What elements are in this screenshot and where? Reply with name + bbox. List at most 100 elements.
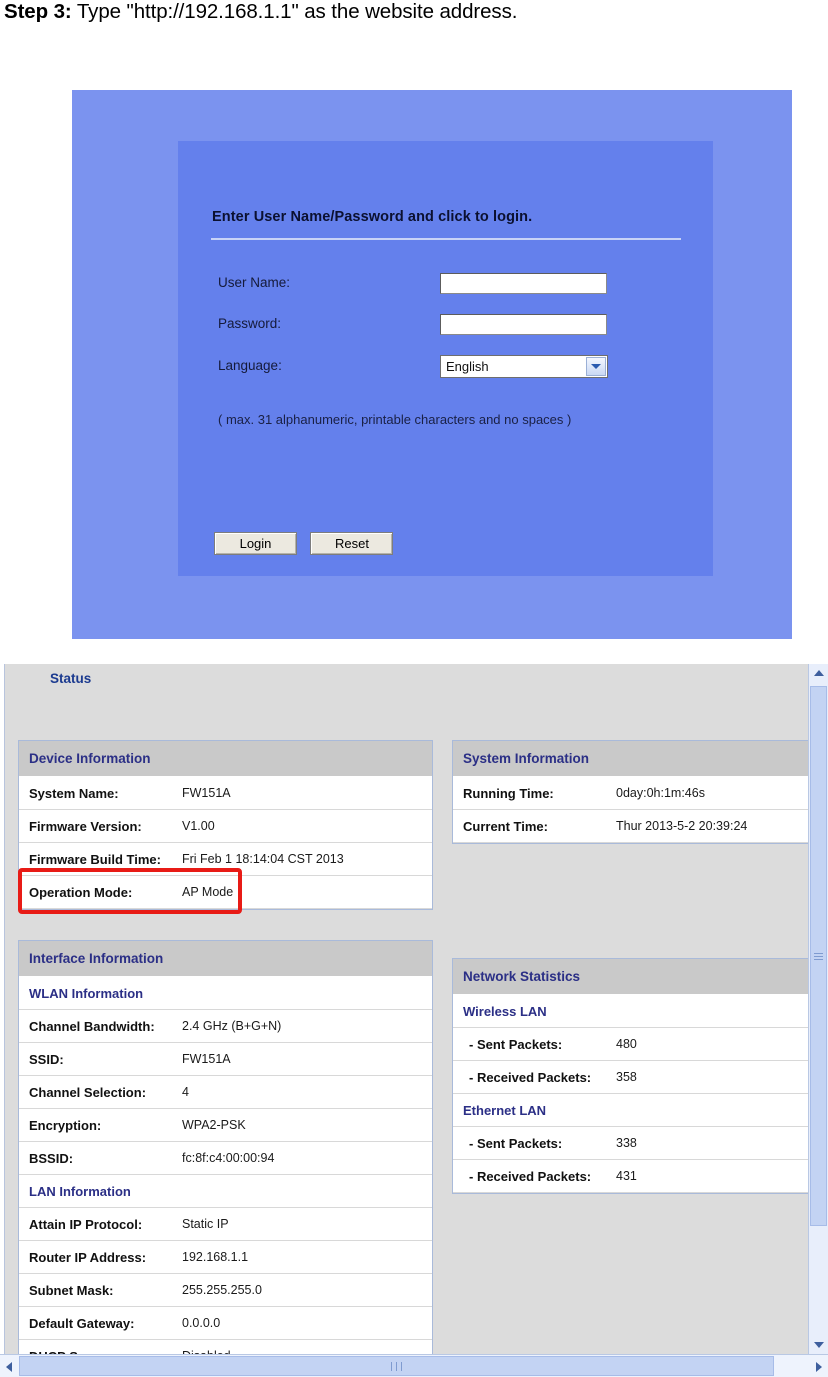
credentials-hint: ( max. 31 alphanumeric, printable charac… <box>218 412 572 427</box>
row-key: Firmware Build Time: <box>29 851 161 867</box>
table-row: Channel Selection: 4 <box>19 1076 432 1109</box>
row-key: Default Gateway: <box>29 1315 135 1331</box>
row-key: Attain IP Protocol: <box>29 1216 143 1232</box>
table-row: Default Gateway: 0.0.0.0 <box>19 1307 432 1340</box>
vertical-scrollbar[interactable] <box>808 664 828 1354</box>
grip-icon <box>389 1361 404 1371</box>
row-value: 338 <box>616 1136 637 1150</box>
ethernet-lan-heading: Ethernet LAN <box>453 1094 816 1127</box>
network-statistics-panel: Network Statistics Wireless LAN - Sent P… <box>452 958 817 1194</box>
step-label: Step 3: <box>4 0 72 23</box>
row-key: - Received Packets: <box>469 1069 592 1085</box>
row-value: 2.4 GHz (B+G+N) <box>182 1019 282 1033</box>
language-select[interactable]: English <box>440 355 608 378</box>
scroll-right-icon[interactable] <box>810 1356 828 1377</box>
login-instruction: Enter User Name/Password and click to lo… <box>212 209 533 225</box>
row-value: WPA2-PSK <box>182 1118 246 1132</box>
table-row: Current Time: Thur 2013-5-2 20:39:24 <box>453 810 816 843</box>
row-key: Firmware Version: <box>29 818 142 834</box>
row-key: BSSID: <box>29 1150 74 1166</box>
table-row: Running Time: 0day:0h:1m:46s <box>453 777 816 810</box>
vertical-scrollbar-thumb[interactable] <box>810 686 827 1226</box>
wlan-information-heading: WLAN Information <box>19 977 432 1010</box>
row-key: Current Time: <box>463 818 548 834</box>
username-input[interactable] <box>440 273 607 294</box>
row-value: 480 <box>616 1037 637 1051</box>
login-button[interactable]: Login <box>214 532 297 555</box>
row-value: AP Mode <box>182 885 234 899</box>
row-key: Channel Bandwidth: <box>29 1018 155 1034</box>
row-value: FW151A <box>182 786 231 800</box>
password-label: Password: <box>218 316 282 331</box>
login-divider <box>211 238 681 240</box>
interface-information-heading: Interface Information <box>19 941 432 977</box>
grip-icon <box>814 951 823 962</box>
horizontal-scrollbar-thumb[interactable] <box>19 1356 774 1376</box>
table-row: SSID: FW151A <box>19 1043 432 1076</box>
password-input[interactable] <box>440 314 607 335</box>
language-label: Language: <box>218 358 282 373</box>
table-row: Firmware Version: V1.00 <box>19 810 432 843</box>
row-key: - Received Packets: <box>469 1168 592 1184</box>
table-row-operation-mode: Operation Mode: AP Mode <box>19 876 432 909</box>
row-value: Fri Feb 1 18:14:04 CST 2013 <box>182 852 344 866</box>
row-key: Subnet Mask: <box>29 1282 114 1298</box>
row-value: 4 <box>182 1085 189 1099</box>
row-value: Static IP <box>182 1217 229 1231</box>
row-key: - Sent Packets: <box>469 1135 563 1151</box>
table-row: System Name: FW151A <box>19 777 432 810</box>
username-label: User Name: <box>218 275 291 290</box>
interface-information-panel: Interface Information WLAN Information C… <box>18 940 433 1374</box>
row-value: FW151A <box>182 1052 231 1066</box>
table-row: Encryption: WPA2-PSK <box>19 1109 432 1142</box>
table-row: - Received Packets: 358 <box>453 1061 816 1094</box>
row-key: Operation Mode: <box>29 884 133 900</box>
row-key: Router IP Address: <box>29 1249 147 1265</box>
horizontal-scrollbar[interactable] <box>0 1354 828 1377</box>
row-value: 358 <box>616 1070 637 1084</box>
reset-button[interactable]: Reset <box>310 532 394 555</box>
table-row: - Sent Packets: 338 <box>453 1127 816 1160</box>
row-value: 431 <box>616 1169 637 1183</box>
row-value: 192.168.1.1 <box>182 1250 249 1264</box>
router-login-page: Enter User Name/Password and click to lo… <box>72 90 792 639</box>
language-selected-value: English <box>446 359 489 374</box>
table-row: BSSID: fc:8f:c4:00:00:94 <box>19 1142 432 1175</box>
row-value: V1.00 <box>182 819 215 833</box>
network-statistics-heading: Network Statistics <box>453 959 816 995</box>
row-value: 0day:0h:1m:46s <box>616 786 705 800</box>
row-value: Thur 2013-5-2 20:39:24 <box>616 819 748 833</box>
table-row: - Received Packets: 431 <box>453 1160 816 1193</box>
system-information-heading: System Information <box>453 741 816 777</box>
system-information-panel: System Information Running Time: 0day:0h… <box>452 740 817 844</box>
table-row: Subnet Mask: 255.255.255.0 <box>19 1274 432 1307</box>
lan-information-heading: LAN Information <box>19 1175 432 1208</box>
step-heading: Step 3: Type "http://192.168.1.1" as the… <box>4 0 824 30</box>
device-information-panel: Device Information System Name: FW151A F… <box>18 740 433 910</box>
scroll-down-icon[interactable] <box>809 1336 828 1354</box>
status-left-margin <box>0 664 5 1354</box>
step-text: Type "http://192.168.1.1" as the website… <box>71 0 518 23</box>
row-key: Channel Selection: <box>29 1084 147 1100</box>
table-row: Router IP Address: 192.168.1.1 <box>19 1241 432 1274</box>
device-information-heading: Device Information <box>19 741 432 777</box>
table-row: - Sent Packets: 480 <box>453 1028 816 1061</box>
row-value: 255.255.255.0 <box>182 1283 262 1297</box>
row-key: Encryption: <box>29 1117 102 1133</box>
row-key: Running Time: <box>463 785 554 801</box>
chevron-down-icon[interactable] <box>586 357 606 376</box>
wireless-lan-heading: Wireless LAN <box>453 995 816 1028</box>
scroll-up-icon[interactable] <box>809 664 828 682</box>
row-key: System Name: <box>29 785 119 801</box>
page-title: Status <box>50 671 92 686</box>
login-form-panel: Enter User Name/Password and click to lo… <box>178 141 713 576</box>
row-key: - Sent Packets: <box>469 1036 563 1052</box>
row-key: SSID: <box>29 1051 64 1067</box>
table-row: Firmware Build Time: Fri Feb 1 18:14:04 … <box>19 843 432 876</box>
scroll-left-icon[interactable] <box>0 1356 18 1377</box>
row-value: fc:8f:c4:00:00:94 <box>182 1151 275 1165</box>
table-row: Channel Bandwidth: 2.4 GHz (B+G+N) <box>19 1010 432 1043</box>
router-status-page: Status Device Information System Name: F… <box>0 664 828 1377</box>
row-value: 0.0.0.0 <box>182 1316 221 1330</box>
login-button-bar: Login Reset <box>214 532 402 555</box>
